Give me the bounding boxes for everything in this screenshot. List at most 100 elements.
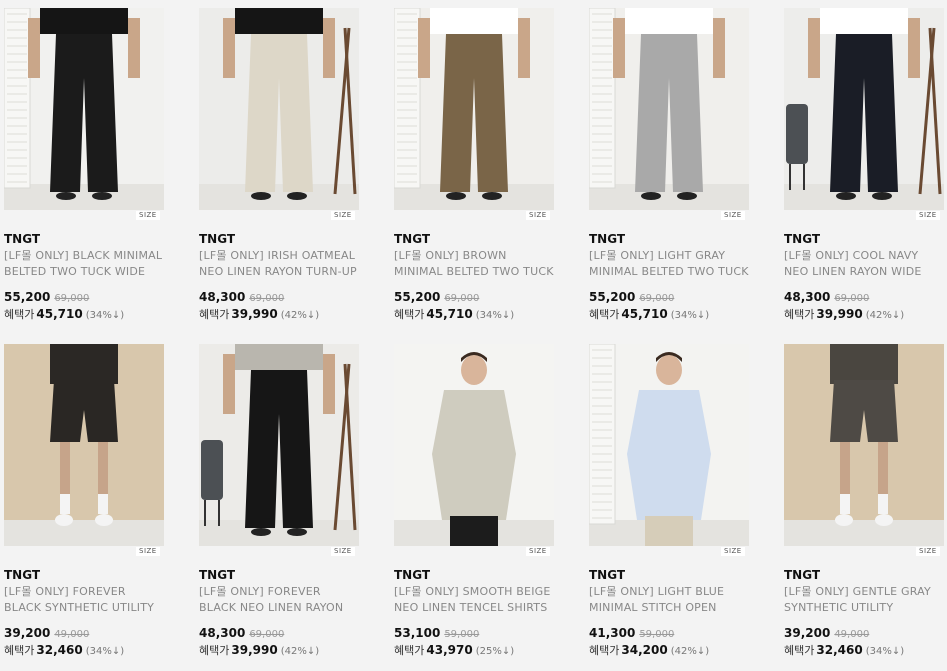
size-tag[interactable]: SIZE bbox=[721, 547, 745, 556]
size-tag[interactable]: SIZE bbox=[136, 547, 160, 556]
benefit-row: 혜택가 45,710 (34%↓) bbox=[589, 306, 709, 322]
original-price: 69,000 bbox=[249, 629, 285, 640]
size-tag[interactable]: SIZE bbox=[331, 211, 355, 220]
product-image[interactable] bbox=[784, 344, 944, 546]
product-image[interactable] bbox=[589, 8, 749, 210]
product-brand: TNGT bbox=[394, 568, 431, 582]
product-brand: TNGT bbox=[4, 232, 41, 246]
original-price: 69,000 bbox=[444, 293, 480, 304]
sale-price: 48,300 bbox=[199, 290, 246, 304]
benefit-row: 혜택가 39,990 (42%↓) bbox=[199, 306, 319, 322]
discount-rate: (34%↓) bbox=[475, 310, 515, 321]
product-name[interactable]: [LF몰 ONLY] COOL NAVY NEO LINEN RAYON WIDE bbox=[784, 248, 944, 280]
original-price: 69,000 bbox=[54, 293, 90, 304]
size-tag[interactable]: SIZE bbox=[526, 211, 550, 220]
discount-rate: (42%↓) bbox=[670, 646, 710, 657]
product-image[interactable] bbox=[199, 344, 359, 546]
benefit-price: 32,460 bbox=[816, 643, 863, 657]
price-row: 48,300 69,000 bbox=[199, 626, 284, 640]
benefit-price: 39,990 bbox=[231, 643, 278, 657]
product-image[interactable] bbox=[589, 344, 749, 546]
benefit-label: 혜택가 bbox=[589, 308, 620, 321]
benefit-price: 45,710 bbox=[621, 307, 668, 321]
price-row: 55,200 69,000 bbox=[589, 290, 674, 304]
discount-rate: (34%↓) bbox=[85, 646, 125, 657]
original-price: 69,000 bbox=[834, 293, 870, 304]
benefit-price: 32,460 bbox=[36, 643, 83, 657]
size-tag[interactable]: SIZE bbox=[526, 547, 550, 556]
sale-price: 48,300 bbox=[784, 290, 831, 304]
benefit-label: 혜택가 bbox=[199, 308, 230, 321]
size-tag[interactable]: SIZE bbox=[721, 211, 745, 220]
price-row: 48,300 69,000 bbox=[199, 290, 284, 304]
product-image[interactable] bbox=[394, 344, 554, 546]
benefit-label: 혜택가 bbox=[394, 308, 425, 321]
price-row: 39,200 49,000 bbox=[4, 626, 89, 640]
benefit-row: 혜택가 43,970 (25%↓) bbox=[394, 642, 514, 658]
benefit-row: 혜택가 32,460 (34%↓) bbox=[4, 642, 124, 658]
benefit-label: 혜택가 bbox=[394, 644, 425, 657]
price-row: 48,300 69,000 bbox=[784, 290, 869, 304]
size-tag[interactable]: SIZE bbox=[916, 211, 940, 220]
price-row: 41,300 59,000 bbox=[589, 626, 674, 640]
product-name[interactable]: [LF몰 ONLY] BROWN MINIMAL BELTED TWO TUCK bbox=[394, 248, 554, 280]
product-image[interactable] bbox=[4, 8, 164, 210]
product-image[interactable] bbox=[4, 344, 164, 546]
price-row: 39,200 49,000 bbox=[784, 626, 869, 640]
benefit-label: 혜택가 bbox=[4, 644, 35, 657]
benefit-row: 혜택가 34,200 (42%↓) bbox=[589, 642, 709, 658]
product-name[interactable]: [LF몰 ONLY] FOREVER BLACK SYNTHETIC UTILIT… bbox=[4, 584, 164, 616]
product-name[interactable]: [LF몰 ONLY] SMOOTH BEIGE NEO LINEN TENCEL … bbox=[394, 584, 554, 616]
benefit-label: 혜택가 bbox=[4, 308, 35, 321]
product-name[interactable]: [LF몰 ONLY] FOREVER BLACK NEO LINEN RAYON bbox=[199, 584, 359, 616]
sale-price: 39,200 bbox=[4, 626, 51, 640]
benefit-row: 혜택가 39,990 (42%↓) bbox=[199, 642, 319, 658]
sale-price: 55,200 bbox=[394, 290, 441, 304]
sale-price: 41,300 bbox=[589, 626, 636, 640]
benefit-row: 혜택가 45,710 (34%↓) bbox=[4, 306, 124, 322]
product-brand: TNGT bbox=[199, 568, 236, 582]
product-brand: TNGT bbox=[394, 232, 431, 246]
product-name[interactable]: [LF몰 ONLY] IRISH OATMEAL NEO LINEN RAYON … bbox=[199, 248, 359, 280]
product-name[interactable]: [LF몰 ONLY] LIGHT GRAY MINIMAL BELTED TWO … bbox=[589, 248, 749, 280]
product-name[interactable]: [LF몰 ONLY] GENTLE GRAY SYNTHETIC UTILITY bbox=[784, 584, 944, 616]
product-brand: TNGT bbox=[4, 568, 41, 582]
product-image[interactable] bbox=[199, 8, 359, 210]
discount-rate: (42%↓) bbox=[280, 646, 320, 657]
sale-price: 55,200 bbox=[4, 290, 51, 304]
size-tag[interactable]: SIZE bbox=[331, 547, 355, 556]
product-name[interactable]: [LF몰 ONLY] LIGHT BLUE MINIMAL STITCH OPEN bbox=[589, 584, 749, 616]
product-image[interactable] bbox=[394, 8, 554, 210]
discount-rate: (34%↓) bbox=[865, 646, 905, 657]
original-price: 59,000 bbox=[444, 629, 480, 640]
benefit-label: 혜택가 bbox=[784, 644, 815, 657]
size-tag[interactable]: SIZE bbox=[136, 211, 160, 220]
benefit-row: 혜택가 32,460 (34%↓) bbox=[784, 642, 904, 658]
benefit-price: 34,200 bbox=[621, 643, 668, 657]
price-row: 53,100 59,000 bbox=[394, 626, 479, 640]
discount-rate: (34%↓) bbox=[670, 310, 710, 321]
discount-rate: (42%↓) bbox=[280, 310, 320, 321]
product-brand: TNGT bbox=[199, 232, 236, 246]
original-price: 49,000 bbox=[834, 629, 870, 640]
original-price: 69,000 bbox=[249, 293, 285, 304]
sale-price: 53,100 bbox=[394, 626, 441, 640]
benefit-price: 39,990 bbox=[816, 307, 863, 321]
product-brand: TNGT bbox=[784, 232, 821, 246]
discount-rate: (42%↓) bbox=[865, 310, 905, 321]
original-price: 69,000 bbox=[639, 293, 675, 304]
discount-rate: (25%↓) bbox=[475, 646, 515, 657]
benefit-label: 혜택가 bbox=[784, 308, 815, 321]
product-image[interactable] bbox=[784, 8, 944, 210]
benefit-price: 45,710 bbox=[36, 307, 83, 321]
benefit-price: 43,970 bbox=[426, 643, 473, 657]
benefit-row: 혜택가 45,710 (34%↓) bbox=[394, 306, 514, 322]
sale-price: 39,200 bbox=[784, 626, 831, 640]
size-tag[interactable]: SIZE bbox=[916, 547, 940, 556]
product-name[interactable]: [LF몰 ONLY] BLACK MINIMAL BELTED TWO TUCK … bbox=[4, 248, 164, 280]
original-price: 59,000 bbox=[639, 629, 675, 640]
benefit-price: 39,990 bbox=[231, 307, 278, 321]
product-brand: TNGT bbox=[784, 568, 821, 582]
sale-price: 48,300 bbox=[199, 626, 246, 640]
product-brand: TNGT bbox=[589, 232, 626, 246]
